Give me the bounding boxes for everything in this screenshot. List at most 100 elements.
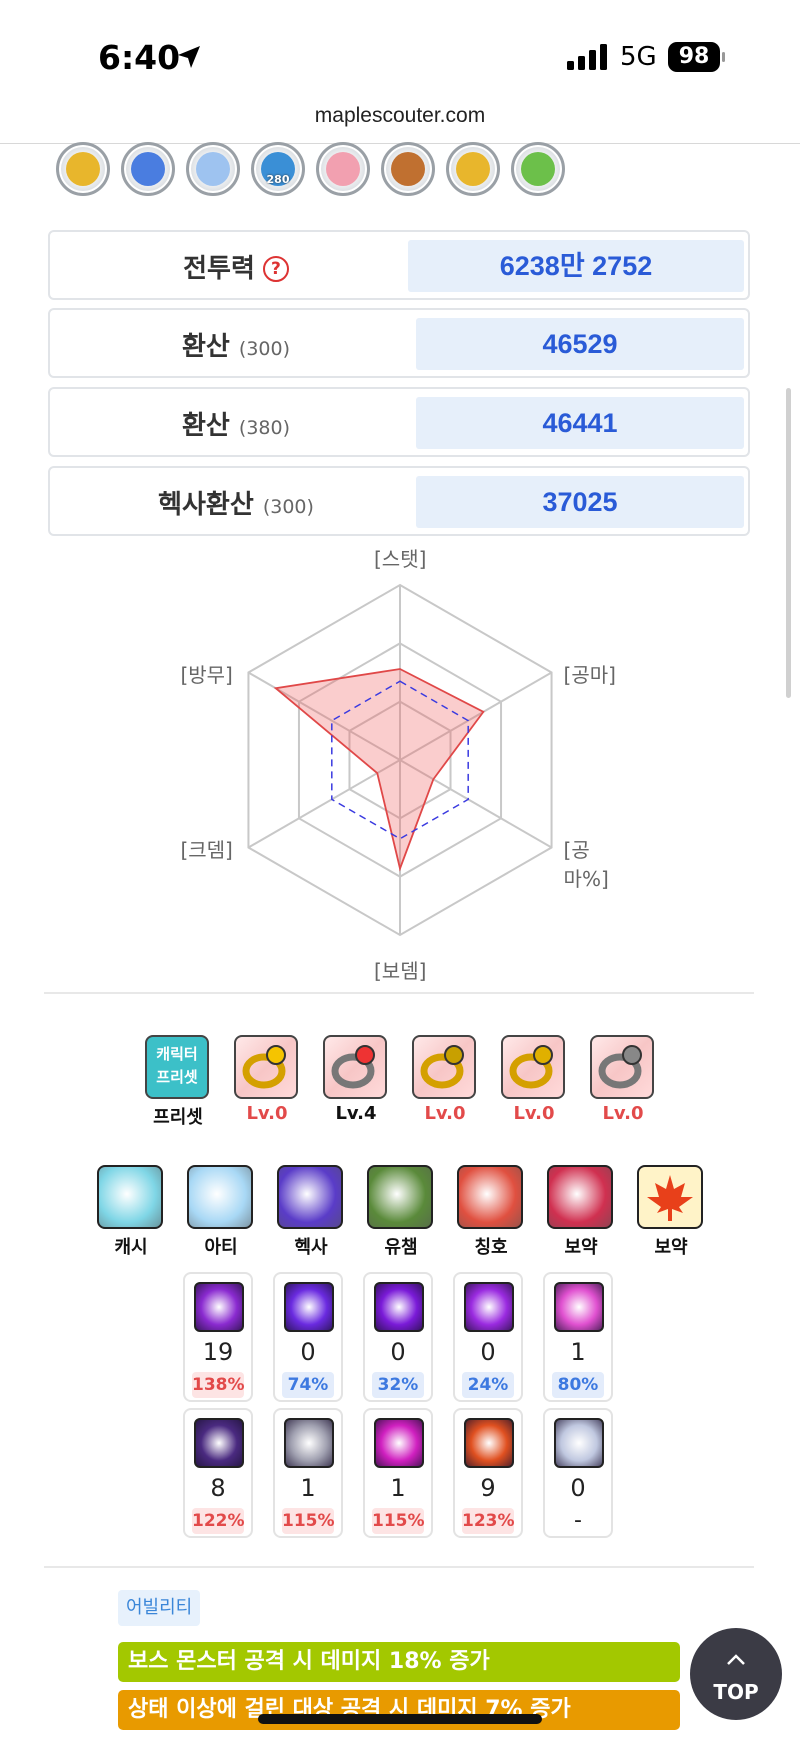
battery-indicator: 98 [668, 42, 720, 72]
skill-percent: 115% [372, 1508, 425, 1534]
maple-leaf-shape-icon [647, 1175, 693, 1221]
skill-percent: - [574, 1508, 582, 1533]
pink-character-badge-icon[interactable] [316, 142, 370, 196]
ring-slot[interactable]: Lv.0 [501, 1035, 567, 1124]
equipment-tab[interactable]: 칭호 [457, 1165, 525, 1259]
top-button-label: TOP [713, 1680, 759, 1704]
skill-level: 9 [480, 1474, 496, 1502]
skill-percent: 32% [372, 1372, 424, 1398]
radar-axis-label: [공마%] [563, 837, 609, 891]
level-280-badge-icon[interactable]: 280 [251, 142, 305, 196]
chevron-up-icon [727, 1654, 745, 1665]
browser-url-bar[interactable]: maplescouter.com [0, 96, 800, 144]
radar-axis-label: [스탯] [374, 547, 427, 571]
skill-card[interactable]: 1 80% [543, 1272, 613, 1402]
url-text[interactable]: maplescouter.com [0, 104, 800, 128]
ring-slot[interactable]: 캐릭터 프리셋 프리셋 [145, 1035, 211, 1129]
skill-card[interactable]: 9 123% [453, 1408, 523, 1538]
conversion-power-row: 헥사환산 (300) 37025 [48, 466, 750, 536]
green-slime-badge-icon[interactable] [511, 142, 565, 196]
skill-level: 8 [210, 1474, 226, 1502]
conversion-label-text: 헥사환산 [158, 490, 254, 520]
skill-card[interactable]: 1 115% [363, 1408, 433, 1538]
conversion-value: 46441 [416, 397, 744, 449]
skill-card[interactable]: 8 122% [183, 1408, 253, 1538]
skill-card[interactable]: 19 138% [183, 1272, 253, 1402]
conversion-power-row: 환산 (300) 46529 [48, 308, 750, 378]
equipment-tab[interactable]: 헥사 [277, 1165, 345, 1259]
skill-percent: 138% [192, 1372, 245, 1398]
home-indicator [258, 1714, 542, 1724]
help-icon[interactable]: ? [262, 256, 289, 282]
scroll-to-top-button[interactable]: TOP [690, 1628, 782, 1720]
equipment-tab[interactable]: 보약 [547, 1165, 615, 1259]
title-book-icon [457, 1165, 523, 1229]
combat-power-label: 전투력? [50, 248, 422, 285]
ring-shape-icon [598, 1045, 642, 1089]
skill-card[interactable]: 0 74% [273, 1272, 343, 1402]
badge-emblem [326, 152, 360, 186]
equipment-tab-label: 칭호 [474, 1237, 508, 1258]
magenta-orb-skill-icon [374, 1418, 424, 1468]
gold-star-badge-icon[interactable] [446, 142, 500, 196]
section-divider [44, 992, 754, 994]
violet-sparkle-skill-icon [284, 1282, 334, 1332]
radar-axis-label: [공마] [563, 662, 616, 687]
section-divider [44, 1566, 754, 1568]
scrollbar[interactable] [786, 388, 791, 698]
ruby-ring-icon [234, 1035, 298, 1099]
ring-caption: Lv.4 [335, 1103, 377, 1124]
trophy-badge-icon[interactable] [56, 142, 110, 196]
skill-percent: 115% [282, 1508, 335, 1534]
ring-slot[interactable]: Lv.0 [590, 1035, 656, 1124]
radar-series-character [273, 668, 485, 872]
maple-leaf-icon [637, 1165, 703, 1229]
radar-axis-label: [보뎀] [374, 959, 427, 983]
skill-card[interactable]: 1 115% [273, 1408, 343, 1538]
gold-gem-ring-icon [412, 1035, 476, 1099]
pink-orb-skill-icon [554, 1282, 604, 1332]
purple-crystal-skill-icon [374, 1282, 424, 1332]
equipment-tab-label: 헥사 [294, 1237, 328, 1258]
battery-tip-icon [722, 52, 725, 62]
ring-slot[interactable]: Lv.0 [234, 1035, 300, 1124]
skill-level: 0 [390, 1338, 406, 1366]
ring-shape-icon [242, 1045, 286, 1089]
skill-level: 19 [202, 1338, 234, 1366]
badge-emblem [456, 152, 490, 186]
ring-caption: Lv.0 [246, 1103, 288, 1124]
skill-card[interactable]: 0 24% [453, 1272, 523, 1402]
skill-card[interactable]: 0- [543, 1408, 613, 1538]
ring-caption: Lv.0 [424, 1103, 466, 1124]
equipment-tab[interactable]: 보약 [637, 1165, 705, 1259]
badge-emblem [521, 152, 555, 186]
badge-label: 280 [266, 173, 290, 186]
badge-emblem [196, 152, 230, 186]
diamond-badge-icon[interactable] [186, 142, 240, 196]
cash-helmet-icon [97, 1165, 163, 1229]
conversion-label-text: 환산 [182, 332, 230, 362]
ring-slot[interactable]: Lv.0 [412, 1035, 478, 1124]
status-time: 6:40 [98, 38, 181, 77]
badge-emblem [66, 152, 100, 186]
skill-percent: 24% [462, 1372, 514, 1398]
skill-card[interactable]: 0 32% [363, 1272, 433, 1402]
ring-slot[interactable]: Lv.4 [323, 1035, 389, 1124]
ring-link-skill-icon [554, 1418, 604, 1468]
purple-claw-skill-icon [194, 1282, 244, 1332]
radar-chart-svg [247, 583, 553, 937]
ability-line-2: 상태 이상에 걸린 대상 공격 시 데미지 7% 증가 [118, 1690, 680, 1730]
conversion-value: 37025 [416, 476, 744, 528]
crimson-ring-icon [323, 1035, 387, 1099]
conversion-level: (300) [238, 338, 290, 360]
equipment-tab[interactable]: 유챔 [367, 1165, 435, 1259]
hexa-galaxy-icon [277, 1165, 343, 1229]
skill-percent: 74% [282, 1372, 334, 1398]
blue-swirl-badge-icon[interactable] [121, 142, 175, 196]
equipment-tab[interactable]: 아티 [187, 1165, 255, 1259]
skill-percent: 80% [552, 1372, 604, 1398]
equipment-tab[interactable]: 캐시 [97, 1165, 165, 1259]
ring-shape-icon [331, 1045, 375, 1089]
ability-tag: 어빌리티 [118, 1590, 201, 1626]
star-hat-badge-icon[interactable] [381, 142, 435, 196]
